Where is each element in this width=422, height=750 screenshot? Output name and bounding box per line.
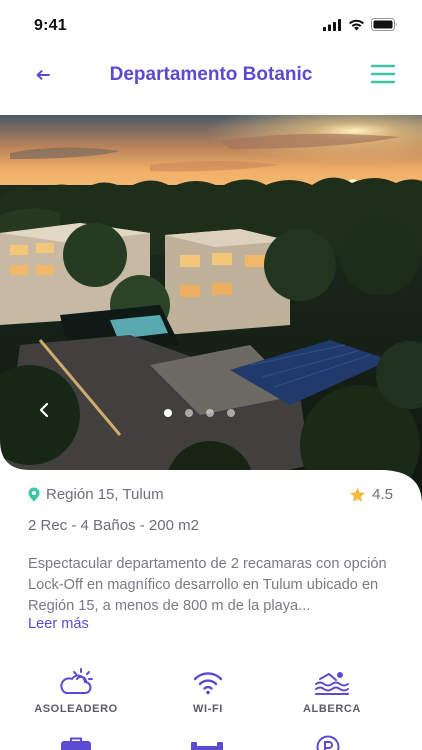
cellular-signal-icon xyxy=(323,18,341,31)
status-icons xyxy=(323,18,398,31)
pool-icon xyxy=(315,672,349,695)
wifi-icon xyxy=(193,672,223,695)
property-rating: 4.5 xyxy=(349,486,393,503)
briefcase-icon xyxy=(61,737,91,750)
gym-icon xyxy=(191,742,223,750)
property-description: Espectacular departamento de 2 recamaras… xyxy=(28,556,387,614)
property-location: Región 15, Tulum xyxy=(28,486,394,503)
status-time: 9:41 xyxy=(34,17,67,34)
carousel-dot[interactable] xyxy=(206,409,214,417)
carousel-dot[interactable] xyxy=(164,409,172,417)
carousel-indicator xyxy=(164,409,235,417)
carousel-dot[interactable] xyxy=(185,409,193,417)
carousel-prev-button[interactable] xyxy=(22,388,66,432)
property-specs: 2 Rec - 4 Baños - 200 m2 xyxy=(28,517,199,534)
chevron-left-icon xyxy=(39,402,49,418)
location-text: Región 15, Tulum xyxy=(46,486,164,503)
page-title: Departamento Botanic xyxy=(109,64,313,85)
amenity-item-asoleadero: ASOLEADERO xyxy=(16,665,136,715)
amenity-label: WI-FI xyxy=(193,703,223,715)
star-icon xyxy=(350,487,366,502)
battery-icon xyxy=(371,18,397,31)
menu-button[interactable] xyxy=(368,60,398,88)
sun-cloud-icon xyxy=(60,668,93,694)
location-pin-icon xyxy=(28,487,40,502)
read-more-link[interactable]: Leer más xyxy=(28,616,394,632)
amenity-label: ALBERCA xyxy=(303,703,361,715)
amenity-label: ASOLEADERO xyxy=(34,703,118,715)
carousel-dot[interactable] xyxy=(227,409,235,417)
rating-value: 4.5 xyxy=(372,486,393,503)
amenity-item-wifi: WI-FI xyxy=(148,665,268,715)
hamburger-menu-icon xyxy=(370,64,396,84)
status-bar: 9:41 xyxy=(0,0,422,50)
parking-icon xyxy=(316,735,340,750)
navigation-header: Departamento Botanic xyxy=(0,52,422,100)
amenities-row-2 xyxy=(0,735,422,750)
wifi-status-icon xyxy=(349,19,364,30)
amenity-item-alberca: ALBERCA xyxy=(272,665,392,715)
